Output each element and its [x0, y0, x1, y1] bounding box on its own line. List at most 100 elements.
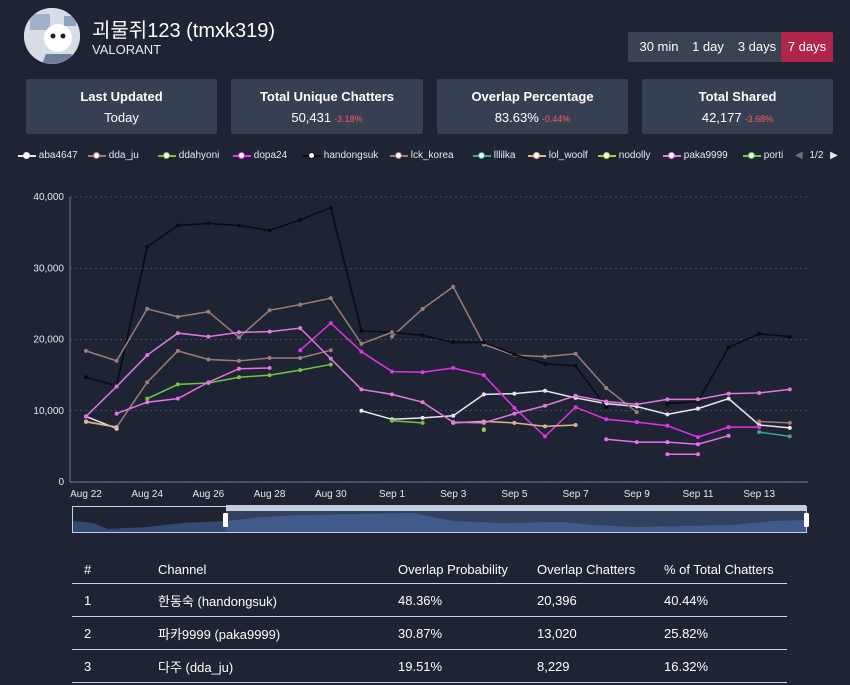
data-point[interactable] — [512, 352, 517, 357]
data-point[interactable] — [237, 366, 241, 371]
data-point[interactable] — [726, 345, 731, 350]
table-row[interactable]: 2 파카9999 (paka9999) 30.87% 13,020 25.82% — [72, 616, 787, 650]
data-point[interactable] — [328, 356, 333, 361]
data-point[interactable] — [757, 430, 762, 435]
data-point[interactable] — [726, 425, 731, 430]
data-point[interactable] — [543, 388, 547, 393]
data-point[interactable] — [787, 420, 792, 425]
data-point[interactable] — [420, 400, 425, 405]
data-point[interactable] — [481, 392, 486, 397]
data-point[interactable] — [359, 408, 364, 413]
data-point[interactable] — [267, 329, 272, 334]
range-3-days-button[interactable]: 3 days — [728, 32, 786, 62]
data-point[interactable] — [84, 348, 88, 353]
data-point[interactable] — [512, 420, 517, 425]
series-nodolly[interactable] — [481, 427, 486, 432]
data-point[interactable] — [145, 380, 150, 385]
data-point[interactable] — [267, 373, 272, 378]
data-point[interactable] — [267, 356, 272, 361]
data-point[interactable] — [298, 356, 303, 361]
table-row[interactable]: 3 다주 (dda_ju) 19.51% 8,229 16.32% — [72, 649, 787, 683]
data-point[interactable] — [787, 434, 792, 439]
series-handongsuk[interactable] — [84, 205, 792, 410]
data-point[interactable] — [114, 384, 119, 389]
data-point[interactable] — [481, 340, 486, 345]
data-point[interactable] — [726, 433, 731, 438]
data-point[interactable] — [634, 410, 639, 415]
data-point[interactable] — [390, 418, 394, 423]
data-point[interactable] — [665, 401, 670, 406]
legend-item-porti[interactable]: porti — [743, 150, 783, 161]
col-probability-header[interactable]: Overlap Probability — [398, 555, 537, 584]
data-point[interactable] — [573, 405, 578, 410]
data-point[interactable] — [696, 452, 700, 457]
data-point[interactable] — [665, 440, 670, 445]
col-chatters-header[interactable]: Overlap Chatters — [537, 555, 664, 584]
series-dda_ju[interactable] — [84, 284, 792, 430]
data-point[interactable] — [145, 306, 150, 311]
data-point[interactable] — [114, 358, 119, 363]
data-point[interactable] — [634, 420, 639, 425]
data-point[interactable] — [573, 351, 578, 356]
data-point[interactable] — [665, 423, 670, 428]
data-point[interactable] — [390, 369, 394, 374]
legend-item-dda_ju[interactable]: dda_ju — [88, 150, 139, 161]
data-point[interactable] — [298, 368, 303, 373]
col-channel-header[interactable]: Channel — [98, 555, 398, 584]
data-point[interactable] — [420, 370, 425, 375]
legend-item-paka9999[interactable]: paka9999 — [663, 150, 728, 161]
data-point[interactable] — [696, 397, 700, 402]
legend-item-handongsuk[interactable]: handongsuk — [303, 150, 378, 161]
data-point[interactable] — [726, 391, 731, 396]
cell-channel[interactable]: 한동숙 (handongsuk) — [98, 583, 398, 617]
data-point[interactable] — [298, 217, 303, 222]
data-point[interactable] — [145, 353, 150, 358]
data-point[interactable] — [206, 221, 211, 226]
data-point[interactable] — [328, 296, 333, 301]
data-point[interactable] — [420, 420, 425, 425]
series-paka9999[interactable] — [84, 326, 792, 425]
data-point[interactable] — [481, 427, 486, 432]
data-point[interactable] — [696, 442, 700, 447]
data-point[interactable] — [420, 415, 425, 420]
data-point[interactable] — [451, 366, 456, 370]
data-point[interactable] — [359, 341, 364, 346]
data-point[interactable] — [665, 397, 670, 402]
data-point[interactable] — [298, 348, 303, 353]
data-point[interactable] — [328, 348, 333, 353]
data-point[interactable] — [298, 326, 303, 331]
data-point[interactable] — [451, 340, 456, 345]
data-point[interactable] — [145, 244, 150, 249]
range-7-days-button[interactable]: 7 days — [781, 32, 833, 62]
series-dopa24[interactable] — [298, 321, 762, 440]
data-point[interactable] — [359, 349, 364, 354]
legend-item-lol_woolf[interactable]: lol_woolf — [528, 150, 588, 161]
cell-channel[interactable]: 다주 (dda_ju) — [98, 649, 398, 683]
data-point[interactable] — [420, 306, 425, 311]
series-lck_korea[interactable] — [84, 296, 394, 363]
legend-item-dopa24[interactable]: dopa24 — [233, 150, 287, 161]
data-point[interactable] — [787, 425, 792, 430]
data-point[interactable] — [84, 414, 88, 419]
data-point[interactable] — [757, 419, 762, 424]
series-lol_woolf[interactable] — [84, 419, 578, 430]
data-point[interactable] — [390, 330, 394, 335]
data-point[interactable] — [206, 309, 211, 314]
data-point[interactable] — [206, 334, 211, 339]
data-point[interactable] — [84, 419, 88, 424]
data-point[interactable] — [359, 387, 364, 392]
data-point[interactable] — [543, 403, 547, 408]
data-point[interactable] — [757, 331, 762, 336]
data-point[interactable] — [573, 393, 578, 398]
data-point[interactable] — [451, 284, 456, 289]
data-point[interactable] — [481, 373, 486, 378]
data-point[interactable] — [543, 434, 547, 439]
legend-item-nodolly[interactable]: nodolly — [598, 150, 650, 161]
data-point[interactable] — [543, 361, 547, 366]
data-point[interactable] — [237, 223, 241, 228]
data-point[interactable] — [512, 405, 517, 410]
data-point[interactable] — [175, 382, 180, 387]
data-point[interactable] — [267, 366, 272, 370]
data-point[interactable] — [451, 413, 456, 418]
data-point[interactable] — [267, 308, 272, 313]
